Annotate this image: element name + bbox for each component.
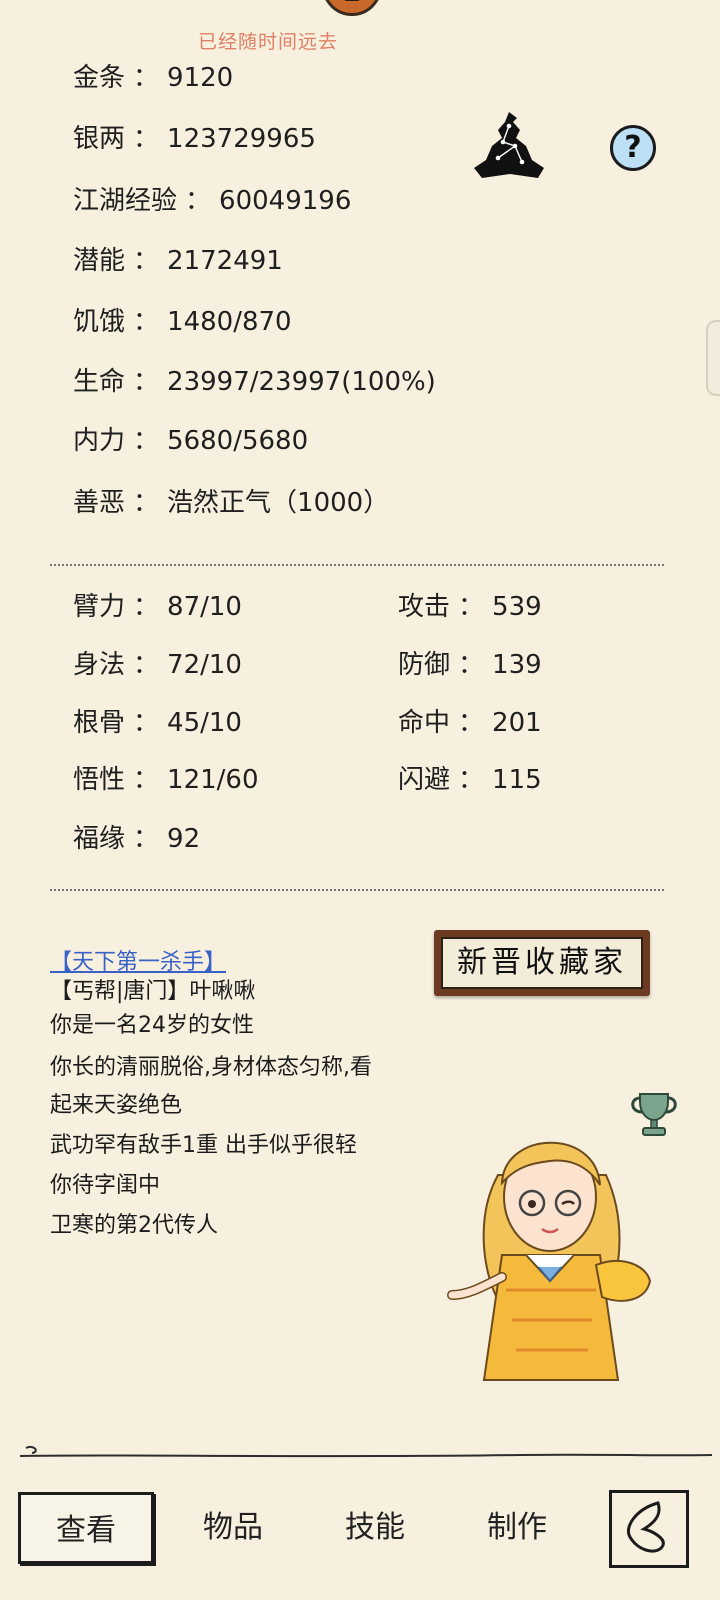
stat-health: 生命： 23997/23997(100%) [73,367,436,397]
stat-morality: 善恶：浩然正气（1000） [73,488,389,518]
attr-separator: ： [133,592,160,622]
stat-value: 60049196 [219,186,352,216]
attr-separator: ： [133,708,160,738]
bio-line: 你待字闺中 [50,1173,161,1198]
attr-label: 悟性 [73,765,126,795]
stat-label: 江湖经验 [73,186,178,216]
back-button[interactable] [609,1490,689,1568]
stat-separator: ： [133,367,160,397]
attr-accuracy: 命中： 201 [398,708,542,738]
attr-label: 身法 [73,650,126,680]
attr-attack: 攻击： 539 [398,592,542,622]
stat-value: 123729965 [167,124,316,154]
attr-separator: ： [133,824,160,854]
attr-defense: 防御： 139 [398,650,542,680]
meditating-sage-icon[interactable] [470,108,548,186]
attr-value: 115 [492,765,542,795]
stat-potential: 潜能： 2172491 [73,246,283,276]
attr-value: 139 [492,650,542,680]
stat-value: 5680/5680 [167,426,309,456]
stat-separator: ： [133,426,160,456]
bottom-nav: 查看 物品 技能 制作 [0,1470,720,1600]
attr-comprehension: 悟性： 121/60 [73,765,259,795]
title-link[interactable]: 【天下第一杀手】 [50,944,226,976]
stat-inner-power: 内力： 5680/5680 [73,426,308,456]
plaque-text: 新晋收藏家 [441,937,643,989]
attr-label: 臂力 [73,592,126,622]
banner-text: 已经随时间远去 [197,31,338,53]
bio-line: 你是一名24岁的女性 [50,1013,254,1038]
stat-label: 生命 [73,367,126,397]
bio-line: 卫寒的第2代传人 [50,1213,218,1238]
bio-line: 武功罕有敌手1重 出手似乎很轻 [50,1133,357,1158]
side-handle[interactable] [706,320,720,396]
stat-label: 内力 [73,426,126,456]
attr-label: 防御 [398,650,451,680]
attr-value: 45/10 [167,708,242,738]
brush-divider [19,1445,713,1458]
stat-value: 2172491 [167,246,283,276]
stat-label: 饥饿 [73,307,126,337]
attr-separator: ： [458,650,485,680]
stat-value: 9120 [167,63,234,93]
attr-label: 攻击 [398,592,451,622]
attr-value: 539 [492,592,542,622]
achievement-plaque[interactable]: 新晋收藏家 [434,930,650,996]
attr-agility: 身法： 72/10 [73,650,242,680]
attr-label: 根骨 [73,708,126,738]
tab-skills[interactable]: 技能 [320,1492,430,1564]
stat-separator: ： [133,124,160,154]
stat-separator: ： [133,488,160,518]
bio-line: 起来天姿绝色 [50,1093,183,1118]
attr-label: 命中 [398,708,451,738]
stat-separator: ： [133,246,160,276]
help-button[interactable]: ? [610,125,656,171]
attr-label: 闪避 [398,765,451,795]
stat-silver: 银两： 123729965 [73,124,316,154]
stat-hunger: 饥饿： 1480/870 [73,307,292,337]
top-avatar [322,0,382,16]
attr-separator: ： [458,592,485,622]
stat-label: 潜能 [73,246,126,276]
stat-separator: ： [133,63,160,93]
stat-value: 浩然正气（1000） [167,488,390,518]
back-icon [627,1501,665,1553]
attr-separator: ： [133,650,160,680]
tab-view[interactable]: 查看 [18,1492,154,1564]
attr-separator: ： [458,765,485,795]
stat-label: 银两 [73,124,126,154]
stat-separator: ： [185,186,212,216]
divider [50,564,664,566]
tab-items[interactable]: 物品 [178,1492,288,1564]
attr-value: 121/60 [167,765,259,795]
attr-value: 87/10 [167,592,242,622]
attr-value: 72/10 [167,650,242,680]
character-portrait [447,1141,652,1381]
attr-evasion: 闪避： 115 [398,765,542,795]
attr-strength: 臂力： 87/10 [73,592,242,622]
attr-label: 福缘 [73,824,126,854]
attr-separator: ： [458,708,485,738]
bio-line: 你长的清丽脱俗,身材体态匀称,看 [50,1055,372,1080]
stat-value: 23997/23997(100%) [167,367,436,397]
attr-value: 92 [167,824,201,854]
bio-line: 【丐帮|唐门】叶啾啾 [50,979,256,1004]
stat-value: 1480/870 [167,307,292,337]
tab-crafting[interactable]: 制作 [462,1492,572,1564]
stat-label: 金条 [73,63,126,93]
attr-fortune: 福缘： 92 [73,824,200,854]
divider [50,889,664,891]
attr-separator: ： [133,765,160,795]
stat-experience: 江湖经验： 60049196 [73,186,351,216]
stat-separator: ： [133,307,160,337]
attr-constitution: 根骨： 45/10 [73,708,242,738]
stat-label: 善恶 [73,488,126,518]
attr-value: 201 [492,708,542,738]
stat-gold-bars: 金条： 9120 [73,63,233,93]
